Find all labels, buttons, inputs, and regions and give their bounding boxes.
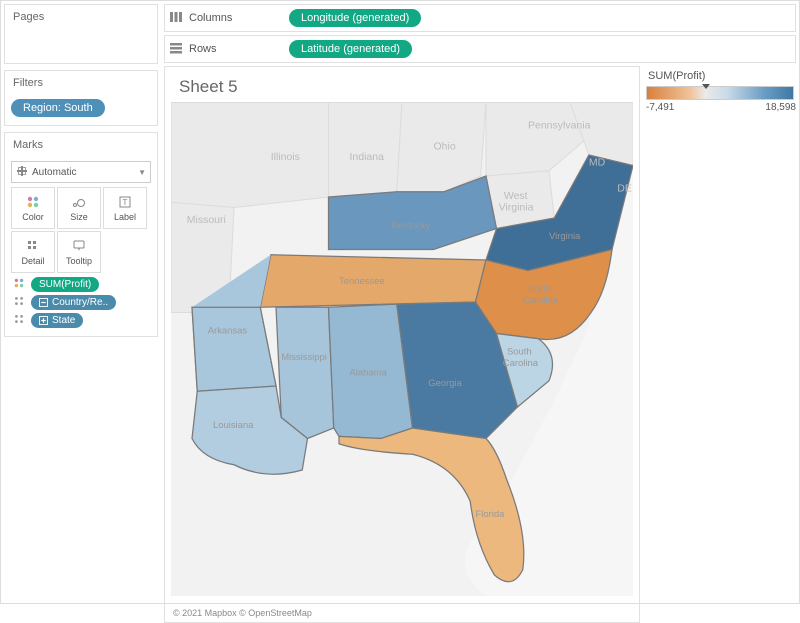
tooltip-icon bbox=[72, 238, 86, 254]
label-sc1: South bbox=[507, 347, 532, 358]
color-icon bbox=[26, 194, 40, 210]
state-mississippi[interactable] bbox=[276, 307, 334, 438]
rows-icon bbox=[169, 42, 183, 57]
automatic-mark-icon bbox=[16, 165, 28, 180]
marks-title: Marks bbox=[5, 133, 157, 157]
state-arkansas3 bbox=[192, 307, 276, 391]
label-florida: Florida bbox=[476, 509, 506, 520]
bg-label-missouri: Missouri bbox=[187, 214, 226, 226]
svg-text:T: T bbox=[123, 198, 128, 207]
detail-icon bbox=[26, 238, 40, 254]
label-virginia: Virginia bbox=[549, 231, 581, 242]
label-georgia: Georgia bbox=[428, 378, 462, 389]
label-label: Label bbox=[114, 212, 136, 222]
label-kentucky: Kentucky bbox=[392, 221, 431, 232]
sheet-title: Sheet 5 bbox=[165, 67, 639, 101]
rows-label: Rows bbox=[189, 43, 217, 55]
detail-button[interactable]: Detail bbox=[11, 231, 55, 273]
marks-pill-state[interactable]: State bbox=[31, 313, 83, 328]
bg-label-illinois: Illinois bbox=[271, 151, 300, 163]
viz-canvas[interactable]: Sheet 5 bbox=[164, 66, 640, 623]
label-alabama: Alabama bbox=[350, 368, 388, 379]
label-nc2: Carolina bbox=[523, 295, 559, 306]
label-button[interactable]: T Label bbox=[103, 187, 147, 229]
marks-card: Marks Automatic ▼ bbox=[4, 132, 158, 337]
label-nc1: North bbox=[528, 284, 551, 295]
label-icon: T bbox=[118, 194, 132, 210]
legend-title: SUM(Profit) bbox=[646, 66, 796, 86]
detail-label: Detail bbox=[21, 256, 44, 266]
legend-gradient bbox=[646, 86, 794, 100]
label-sc2: Carolina bbox=[503, 358, 539, 369]
columns-label: Columns bbox=[189, 12, 232, 24]
color-mini-icon bbox=[11, 277, 27, 292]
map-view[interactable]: Illinois Indiana Ohio Pennsylvania Misso… bbox=[171, 101, 633, 598]
label-mississippi: Mississippi bbox=[281, 352, 327, 363]
columns-pill-longitude[interactable]: Longitude (generated) bbox=[289, 9, 421, 27]
bg-label-wv: West bbox=[504, 190, 528, 202]
columns-icon bbox=[169, 11, 183, 26]
mark-type-label: Automatic bbox=[32, 167, 76, 178]
columns-shelf[interactable]: Columns Longitude (generated) bbox=[164, 4, 796, 32]
chevron-down-icon: ▼ bbox=[138, 168, 146, 177]
minus-box-icon bbox=[39, 298, 48, 307]
plus-box-icon bbox=[39, 316, 48, 325]
filters-shelf[interactable]: Filters Region: South bbox=[4, 70, 158, 126]
marks-pill-profit[interactable]: SUM(Profit) bbox=[31, 277, 99, 292]
legend-tick bbox=[702, 84, 710, 89]
color-label: Color bbox=[22, 212, 44, 222]
tooltip-label: Tooltip bbox=[66, 256, 92, 266]
rows-pill-latitude[interactable]: Latitude (generated) bbox=[289, 40, 412, 58]
bg-label-de: DE bbox=[617, 183, 632, 195]
size-label: Size bbox=[70, 212, 88, 222]
map-attribution: © 2021 Mapbox © OpenStreetMap bbox=[165, 604, 639, 622]
color-legend[interactable]: SUM(Profit) -7,491 18,598 bbox=[646, 66, 796, 623]
bg-label-ohio: Ohio bbox=[434, 141, 456, 153]
filter-pill-region[interactable]: Region: South bbox=[11, 99, 105, 117]
filters-title: Filters bbox=[5, 71, 157, 95]
pages-title: Pages bbox=[5, 5, 157, 29]
detail-mini-icon-2 bbox=[11, 313, 27, 328]
mark-type-dropdown[interactable]: Automatic ▼ bbox=[11, 161, 151, 183]
bg-label-md: MD bbox=[589, 157, 606, 169]
bg-label-indiana: Indiana bbox=[350, 151, 385, 163]
pages-shelf[interactable]: Pages bbox=[4, 4, 158, 64]
legend-max: 18,598 bbox=[765, 102, 796, 113]
label-arkansas: Arkansas bbox=[208, 326, 248, 337]
rows-shelf[interactable]: Rows Latitude (generated) bbox=[164, 35, 796, 63]
color-button[interactable]: Color bbox=[11, 187, 55, 229]
size-button[interactable]: Size bbox=[57, 187, 101, 229]
label-tennessee: Tennessee bbox=[339, 276, 385, 287]
detail-mini-icon-1 bbox=[11, 295, 27, 310]
label-louisiana: Louisiana bbox=[213, 420, 254, 431]
bg-label-pennsylvania: Pennsylvania bbox=[528, 120, 591, 132]
marks-pill-country[interactable]: Country/Re.. bbox=[31, 295, 116, 310]
legend-min: -7,491 bbox=[646, 102, 674, 113]
size-icon bbox=[71, 194, 87, 210]
svg-text:Virginia: Virginia bbox=[499, 202, 534, 214]
tooltip-button[interactable]: Tooltip bbox=[57, 231, 101, 273]
